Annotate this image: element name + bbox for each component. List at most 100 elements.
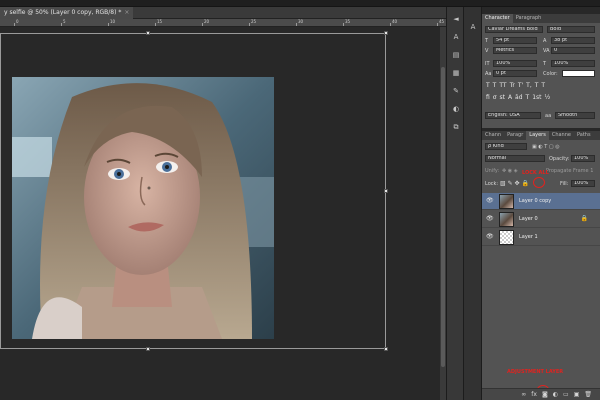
type-style-button-6[interactable]: T bbox=[535, 82, 539, 89]
transform-handle-bottom-right[interactable] bbox=[384, 347, 388, 351]
layer-name[interactable]: Layer 1 bbox=[519, 234, 538, 240]
layer-row[interactable]: 👁 Layer 1 bbox=[482, 229, 600, 246]
opentype-buttons: fi ơ st Aād T 1st ½ bbox=[486, 94, 550, 101]
font-size-field[interactable]: 54 pt bbox=[493, 37, 537, 44]
opacity-field[interactable]: 100% bbox=[571, 155, 595, 162]
visibility-eye-icon[interactable]: 👁 bbox=[486, 197, 494, 205]
histogram-icon[interactable]: ▤ bbox=[450, 49, 462, 61]
kerning-field[interactable]: Metrics bbox=[493, 47, 537, 54]
ruler-number: 25 bbox=[251, 19, 257, 24]
document-tab-bar: y selfie @ 50% (Layer 0 copy, RGB/8) * × bbox=[0, 7, 446, 19]
delete-icon[interactable]: 🗑 bbox=[584, 391, 592, 398]
group-icon[interactable]: ▭ bbox=[563, 391, 569, 398]
layers-bottom-toolbar: ∞ fx ◙ ◐ ▭ ▣ 🗑 bbox=[482, 388, 600, 400]
tab-character[interactable]: Character bbox=[482, 14, 513, 23]
document-tab-title: y selfie @ 50% (Layer 0 copy, RGB/8) * bbox=[4, 9, 122, 16]
tab-layers[interactable]: Layers bbox=[526, 131, 549, 140]
lock-buttons[interactable]: ▧ ✎ ✥ 🔒 bbox=[500, 180, 529, 187]
leading-field[interactable]: 38 pt bbox=[551, 37, 595, 44]
layer-name[interactable]: Layer 0 copy bbox=[519, 198, 551, 204]
horizontal-ruler: 0 5 10 15 20 25 30 35 40 45 bbox=[0, 19, 446, 27]
tab-paragraph[interactable]: Paragr bbox=[504, 131, 526, 140]
type-style-button-4[interactable]: T' bbox=[518, 82, 523, 89]
opentype-button-0[interactable]: fi bbox=[486, 94, 490, 101]
opentype-button-3[interactable]: A bbox=[508, 94, 512, 101]
lock-all-icon[interactable]: 🔒 bbox=[521, 180, 528, 187]
tab-channels-short[interactable]: Chann bbox=[482, 131, 504, 140]
propagate-frame-label: Propagate Frame 1 bbox=[546, 168, 594, 174]
opentype-button-1[interactable]: ơ bbox=[493, 94, 497, 101]
document-tab[interactable]: y selfie @ 50% (Layer 0 copy, RGB/8) * × bbox=[0, 7, 134, 19]
type-style-button-0[interactable]: T bbox=[486, 82, 490, 89]
character-panel-tabs: Character Paragraph bbox=[482, 14, 600, 23]
character-panel-icon[interactable]: A bbox=[467, 21, 479, 33]
brush-presets-icon[interactable]: ✎ bbox=[450, 85, 462, 97]
lock-label: Lock: bbox=[485, 181, 499, 187]
ruler-number: 20 bbox=[204, 19, 210, 24]
mask-icon[interactable]: ◙ bbox=[542, 391, 548, 398]
adjustment-layer-icon[interactable]: ◐ bbox=[553, 391, 558, 398]
ruler-number: 15 bbox=[157, 19, 163, 24]
move-tool-icon[interactable]: ◄ bbox=[450, 13, 462, 25]
fill-field[interactable]: 100% bbox=[571, 180, 595, 187]
font-style-select[interactable]: Bold bbox=[547, 26, 595, 33]
layer-name[interactable]: Layer 0 bbox=[519, 216, 538, 222]
fx-icon[interactable]: fx bbox=[531, 391, 537, 398]
lock-all-annotation: LOCK ALL bbox=[522, 170, 549, 176]
layer-row[interactable]: 👁 Layer 0 🔒 bbox=[482, 211, 600, 228]
tab-channels[interactable]: Channe bbox=[549, 131, 574, 140]
antialias-icon: aa bbox=[545, 113, 552, 119]
text-color-swatch[interactable] bbox=[562, 70, 595, 77]
collapsed-panel-strip: A bbox=[464, 7, 482, 400]
vertical-scale-field[interactable]: 100% bbox=[493, 60, 537, 67]
canvas-area[interactable] bbox=[0, 27, 440, 400]
portrait-photo bbox=[12, 77, 274, 339]
horizontal-scale-field[interactable]: 100% bbox=[551, 60, 595, 67]
layers-panel: Chann Paragr Layers Channe Paths ρ Kind … bbox=[482, 131, 600, 400]
font-size-icon: T bbox=[485, 38, 489, 44]
type-style-button-5[interactable]: T, bbox=[526, 82, 532, 89]
type-style-button-1[interactable]: T bbox=[493, 82, 497, 89]
type-style-buttons: T T TT Tr T' T, T T bbox=[486, 82, 545, 89]
baseline-shift-field[interactable]: 0 pt bbox=[493, 70, 537, 77]
font-family-select[interactable]: Caviar Dreams Bold bbox=[485, 26, 543, 33]
swatches-icon[interactable]: ▦ bbox=[450, 67, 462, 79]
opentype-button-6[interactable]: 1st bbox=[532, 94, 541, 101]
opentype-button-5[interactable]: T bbox=[526, 94, 530, 101]
type-style-button-3[interactable]: Tr bbox=[510, 82, 515, 89]
transform-handle-top-middle[interactable] bbox=[146, 31, 150, 35]
visibility-eye-icon[interactable]: 👁 bbox=[486, 233, 494, 241]
tab-paths[interactable]: Paths bbox=[574, 131, 594, 140]
ruler-number: 35 bbox=[345, 19, 351, 24]
language-select[interactable]: English: USA bbox=[485, 112, 541, 119]
adjustments-icon[interactable]: ◐ bbox=[450, 103, 462, 115]
character-panel-icon[interactable]: A bbox=[450, 31, 462, 43]
opentype-button-2[interactable]: st bbox=[499, 94, 504, 101]
ruler-number: 45 bbox=[439, 19, 445, 24]
visibility-eye-icon[interactable]: 👁 bbox=[486, 215, 494, 223]
tab-paragraph[interactable]: Paragraph bbox=[513, 14, 545, 23]
layer-comps-icon[interactable]: ⧉ bbox=[450, 121, 462, 133]
kerning-icon: V bbox=[485, 48, 489, 54]
transform-handle-top-right[interactable] bbox=[384, 31, 388, 35]
transform-handle-bottom-middle[interactable] bbox=[146, 347, 150, 351]
blend-mode-select[interactable]: Normal bbox=[485, 155, 545, 162]
tracking-field[interactable]: 0 bbox=[551, 47, 595, 54]
type-style-button-7[interactable]: T bbox=[541, 82, 545, 89]
close-tab-icon[interactable]: × bbox=[124, 9, 129, 16]
link-layers-icon[interactable]: ∞ bbox=[521, 391, 526, 398]
new-layer-icon[interactable]: ▣ bbox=[574, 391, 580, 398]
scrollbar-thumb[interactable] bbox=[441, 67, 445, 367]
tracking-icon: VA bbox=[543, 48, 550, 54]
layer-kind-filter[interactable]: ρ Kind bbox=[485, 143, 527, 150]
opentype-button-7[interactable]: ½ bbox=[545, 94, 551, 101]
lock-all-highlight bbox=[533, 177, 545, 188]
layer-row[interactable]: 👁 Layer 0 copy bbox=[482, 193, 600, 210]
antialias-select[interactable]: Smooth bbox=[555, 112, 595, 119]
layers-panel-tabs: Chann Paragr Layers Channe Paths bbox=[482, 131, 600, 140]
type-style-button-2[interactable]: TT bbox=[499, 82, 506, 89]
vertical-scale-icon: IT bbox=[485, 61, 490, 67]
portrait-illustration bbox=[12, 77, 274, 339]
transform-handle-middle-right[interactable] bbox=[384, 189, 388, 193]
opentype-button-4[interactable]: ād bbox=[515, 94, 523, 101]
